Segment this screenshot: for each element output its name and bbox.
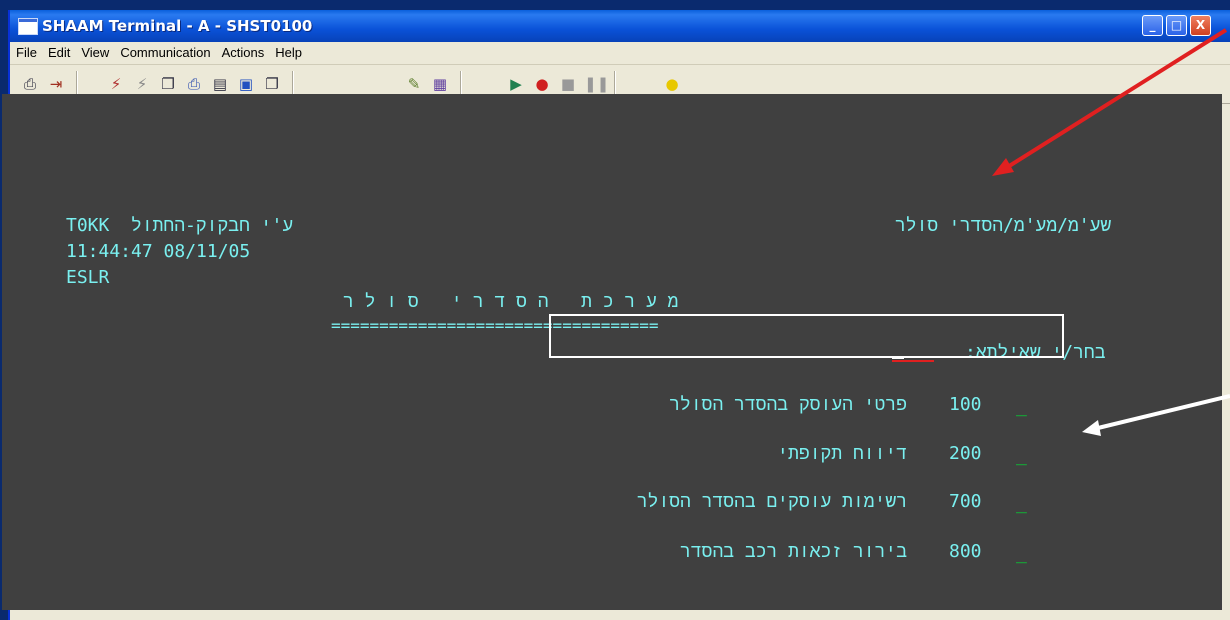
white-arrow-line [1097,394,1230,430]
red-arrow-line [1004,28,1228,170]
white-arrow-head [1082,420,1101,436]
annotation-arrows [992,28,1230,436]
red-arrow-head [992,158,1014,176]
